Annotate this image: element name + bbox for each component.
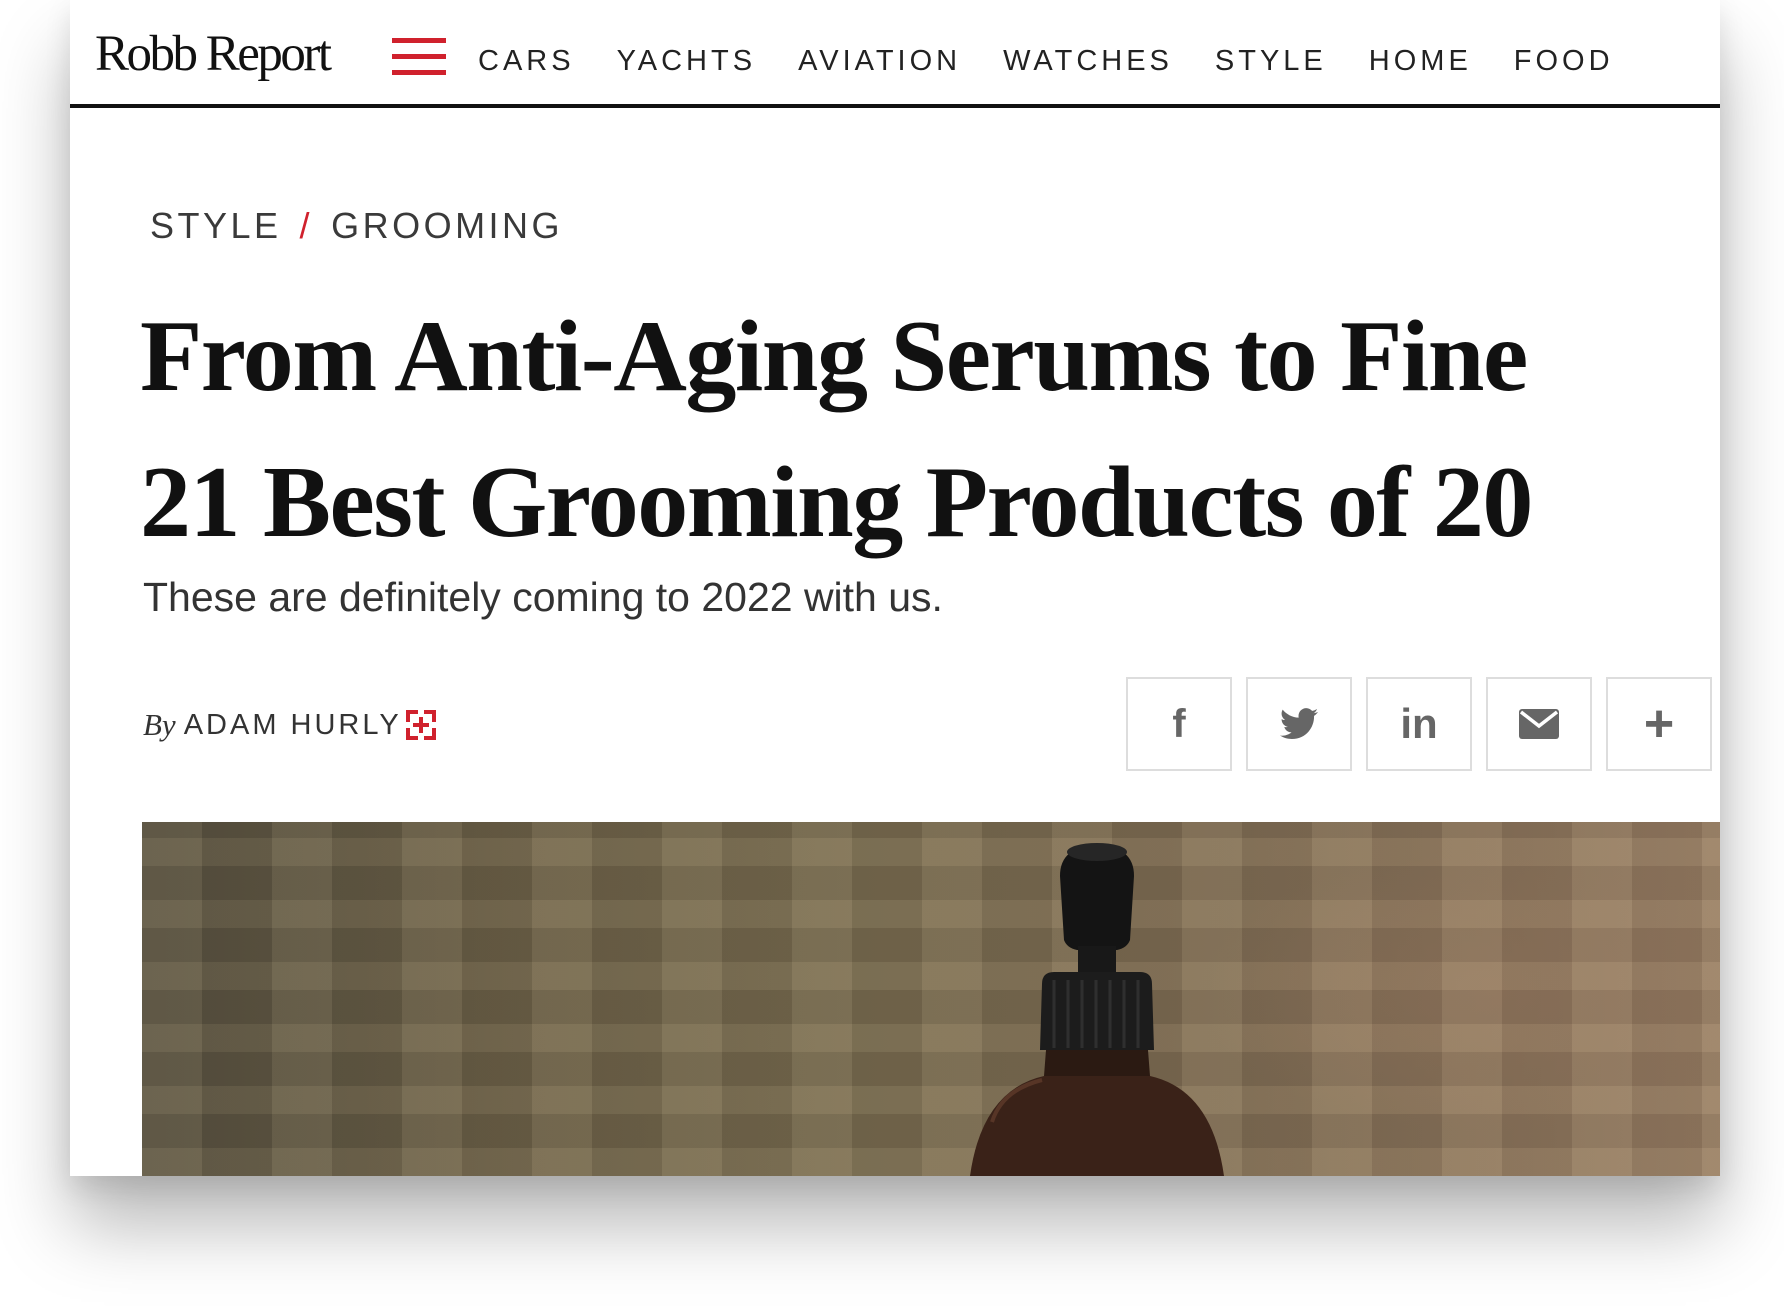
article-headline: From Anti-Aging Serums to Fine 21 Best G… <box>140 284 1533 576</box>
byline-prefix: By <box>143 707 176 742</box>
plus-icon: + <box>1643 695 1675 753</box>
share-email-button[interactable] <box>1486 677 1592 771</box>
top-navbar: Robb Report CARS YACHTS AVIATION WATCHES… <box>70 0 1720 108</box>
breadcrumb-separator: / <box>299 205 314 246</box>
primary-nav: CARS YACHTS AVIATION WATCHES STYLE HOME … <box>478 42 1656 80</box>
share-twitter-button[interactable] <box>1246 677 1352 771</box>
page-screenshot: Robb Report CARS YACHTS AVIATION WATCHES… <box>70 0 1720 1176</box>
breadcrumb-style[interactable]: STYLE <box>150 205 282 246</box>
hamburger-menu-icon[interactable] <box>392 38 446 78</box>
facebook-icon: f <box>1172 702 1186 746</box>
author-name[interactable]: ADAM HURLY <box>184 705 402 745</box>
nav-link-cars[interactable]: CARS <box>478 42 575 80</box>
nav-link-aviation[interactable]: AVIATION <box>798 42 961 80</box>
headline-line-1: From Anti-Aging Serums to Fine <box>140 300 1528 413</box>
follow-author-icon[interactable] <box>405 710 436 740</box>
nav-link-watches[interactable]: WATCHES <box>1003 42 1173 80</box>
share-more-button[interactable]: + <box>1606 677 1712 771</box>
site-logo[interactable]: Robb Report <box>95 24 332 84</box>
article-dek: These are definitely coming to 2022 with… <box>143 574 943 620</box>
byline: By ADAM HURLY <box>143 705 436 745</box>
headline-line-2: 21 Best Grooming Products of 20 <box>140 446 1533 559</box>
share-facebook-button[interactable]: f <box>1126 677 1232 771</box>
share-linkedin-button[interactable]: in <box>1366 677 1472 771</box>
linkedin-icon: in <box>1400 700 1438 747</box>
twitter-icon <box>1280 708 1318 740</box>
nav-link-style[interactable]: STYLE <box>1215 42 1327 80</box>
nav-link-food[interactable]: FOOD <box>1514 42 1614 80</box>
breadcrumb-grooming[interactable]: GROOMING <box>331 205 563 246</box>
hero-image <box>142 822 1720 1176</box>
breadcrumb: STYLE / GROOMING <box>150 204 563 248</box>
share-bar: f in + <box>1126 677 1712 771</box>
email-icon <box>1519 709 1559 739</box>
nav-link-yachts[interactable]: YACHTS <box>617 42 756 80</box>
nav-link-home[interactable]: HOME <box>1369 42 1472 80</box>
dropper-bottle-illustration <box>970 843 1224 1176</box>
